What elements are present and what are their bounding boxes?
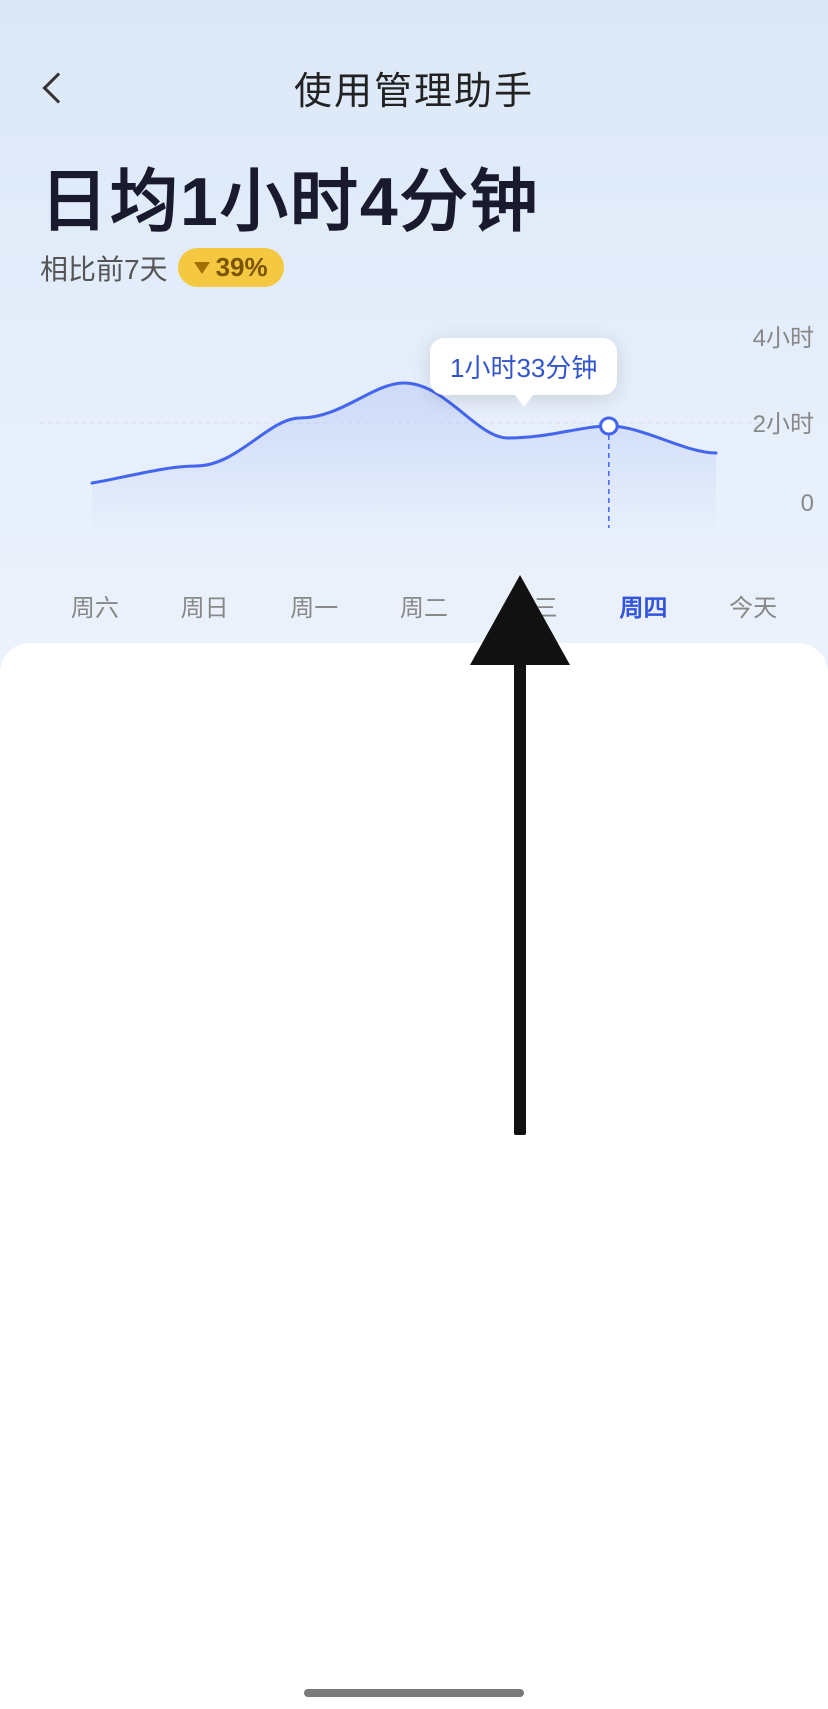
chart-fill	[92, 383, 716, 528]
x-label-today: 今天	[698, 588, 808, 623]
chart-svg	[40, 318, 768, 528]
change-badge: 39%	[178, 248, 284, 287]
compare-row: 相比前7天 39%	[40, 248, 788, 288]
y-label-0: 0	[801, 490, 814, 518]
x-label-thu[interactable]: 周四	[589, 588, 699, 623]
content-area	[0, 643, 828, 1703]
x-label-wed: 周三	[479, 588, 589, 623]
chart-svg-wrapper	[40, 318, 768, 528]
tooltip-text: 1小时33分钟	[450, 353, 597, 383]
chart-y-labels: 4小时 2小时 0	[753, 318, 814, 518]
back-button[interactable]	[30, 63, 80, 113]
daily-average-text: 日均1小时4分钟	[40, 165, 788, 240]
y-label-2h: 2小时	[753, 404, 814, 439]
x-label-tue: 周二	[369, 588, 479, 623]
x-label-mon: 周一	[259, 588, 369, 623]
home-indicator	[304, 1689, 524, 1697]
change-value: 39%	[216, 252, 268, 283]
compare-label: 相比前7天	[40, 248, 168, 288]
down-arrow-icon	[194, 262, 210, 274]
chart-section: 1小时33分钟 4小时 2小时 0 周六 周日 周一 周二 周三 周四 今天	[0, 298, 828, 623]
x-label-sun: 周日	[150, 588, 260, 623]
x-label-sat: 周六	[40, 588, 150, 623]
chart-selected-dot	[601, 418, 618, 434]
page-title: 使用管理助手	[294, 60, 534, 115]
y-label-4h: 4小时	[753, 318, 814, 353]
chart-tooltip: 1小时33分钟	[430, 338, 617, 395]
chart-x-labels: 周六 周日 周一 周二 周三 周四 今天	[0, 588, 828, 623]
stats-section: 日均1小时4分钟 相比前7天 39%	[0, 135, 828, 298]
back-chevron-icon	[42, 72, 73, 103]
page-header: 使用管理助手	[0, 0, 828, 135]
chart-container: 1小时33分钟 4小时 2小时 0	[0, 318, 828, 578]
